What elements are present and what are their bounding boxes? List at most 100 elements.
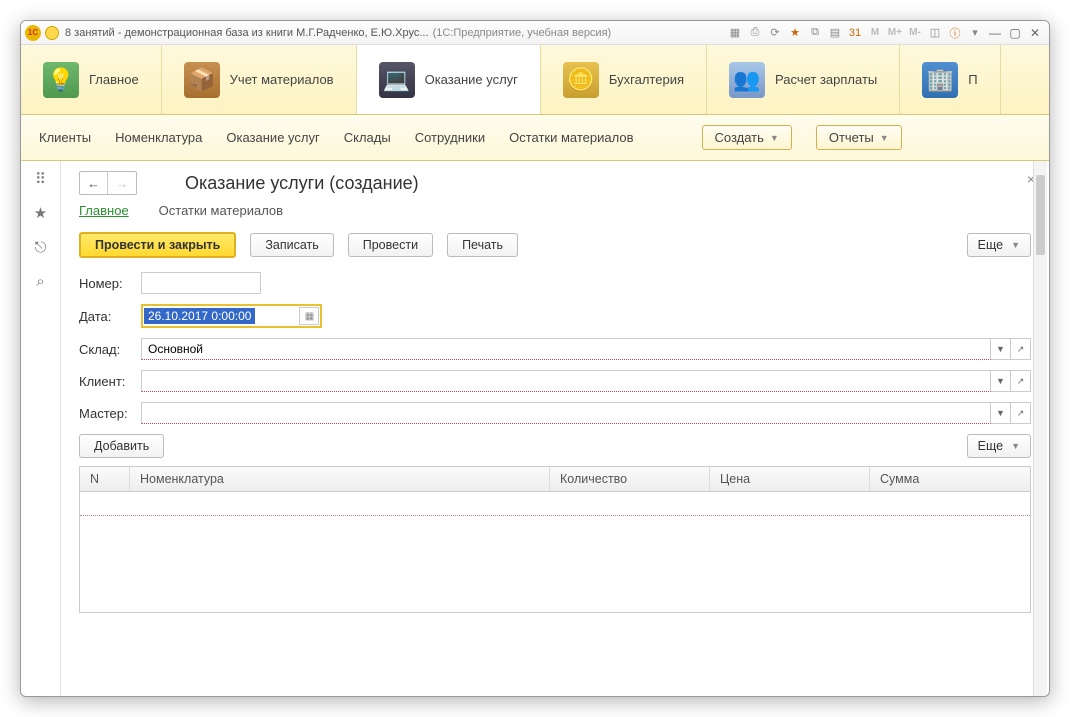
forward-button[interactable]: →: [108, 172, 136, 194]
save-button[interactable]: Записать: [250, 233, 333, 257]
star-icon[interactable]: ★: [31, 203, 51, 223]
create-label: Создать: [715, 130, 764, 145]
scrollbar[interactable]: [1033, 161, 1047, 696]
client-input[interactable]: [141, 370, 991, 392]
number-input[interactable]: [141, 272, 261, 294]
tab-stock[interactable]: Остатки материалов: [159, 203, 283, 218]
subnav-nomenclature[interactable]: Номенклатура: [115, 130, 202, 145]
calendar-icon[interactable]: 31: [847, 25, 863, 41]
chevron-down-icon: ▼: [1011, 240, 1020, 250]
section-label: Бухгалтерия: [609, 72, 684, 87]
post-and-close-button[interactable]: Провести и закрыть: [79, 232, 236, 258]
print-icon[interactable]: ⎙: [747, 25, 763, 41]
more-label: Еще: [978, 238, 1003, 252]
section-label: Оказание услуг: [425, 72, 518, 87]
table-more-button[interactable]: Еще ▼: [967, 434, 1031, 458]
section-label: Главное: [89, 72, 139, 87]
minimize-button[interactable]: —: [986, 25, 1004, 41]
subnav-services[interactable]: Оказание услуг: [226, 130, 319, 145]
refresh-icon[interactable]: ⟳: [767, 25, 783, 41]
chevron-down-icon[interactable]: ▼: [991, 338, 1011, 360]
reports-label: Отчеты: [829, 130, 874, 145]
titlebar: 1C 8 занятий - демонстрационная база из …: [21, 21, 1049, 45]
create-button[interactable]: Создать ▼: [702, 125, 792, 150]
nav-buttons: ← →: [79, 171, 137, 195]
date-input[interactable]: 26.10.2017 0:00:00: [144, 308, 255, 324]
reports-button[interactable]: Отчеты ▼: [816, 125, 902, 150]
table-body[interactable]: [80, 492, 1030, 612]
coins-icon: 🪙: [563, 62, 599, 98]
form-toolbar: Провести и закрыть Записать Провести Печ…: [79, 232, 1031, 258]
scrollbar-thumb[interactable]: [1036, 175, 1045, 255]
chevron-down-icon[interactable]: ▼: [991, 402, 1011, 424]
date-label: Дата:: [79, 309, 141, 324]
cash-register-icon: 💻: [379, 62, 415, 98]
col-sum[interactable]: Сумма: [870, 467, 1030, 491]
section-main[interactable]: 💡 Главное: [21, 45, 162, 114]
form: Номер: Дата: 26.10.2017 0:00:00 ▦ Склад:: [79, 272, 1031, 613]
calendar-picker-icon[interactable]: ▦: [299, 307, 319, 325]
col-nomenclature[interactable]: Номенклатура: [130, 467, 550, 491]
warehouse-label: Склад:: [79, 342, 141, 357]
warehouse-input[interactable]: [141, 338, 991, 360]
subnav-warehouses[interactable]: Склады: [344, 130, 391, 145]
subnav-stock[interactable]: Остатки материалов: [509, 130, 633, 145]
date-input-wrap: 26.10.2017 0:00:00 ▦: [141, 304, 322, 328]
apps-icon[interactable]: ⠿: [31, 169, 51, 189]
post-button[interactable]: Провести: [348, 233, 433, 257]
tab-main[interactable]: Главное: [79, 203, 129, 218]
items-table: N Номенклатура Количество Цена Сумма: [79, 466, 1031, 613]
boxes-icon: 📦: [184, 62, 220, 98]
dropdown-icon[interactable]: [45, 26, 59, 40]
maximize-button[interactable]: ▢: [1006, 25, 1024, 41]
search-icon[interactable]: ⌕: [31, 271, 51, 291]
master-input[interactable]: [141, 402, 991, 424]
section-accounting[interactable]: 🪙 Бухгалтерия: [541, 45, 707, 114]
add-row-button[interactable]: Добавить: [79, 434, 164, 458]
open-ref-icon[interactable]: ↗: [1011, 402, 1031, 424]
people-icon: 👥: [729, 62, 765, 98]
close-button[interactable]: ✕: [1026, 25, 1044, 41]
subnav: Клиенты Номенклатура Оказание услуг Скла…: [21, 115, 1049, 161]
section-services[interactable]: 💻 Оказание услуг: [357, 45, 541, 114]
calculator-icon[interactable]: ▤: [827, 25, 843, 41]
m-minus-icon[interactable]: M-: [907, 25, 923, 41]
m-plus-icon[interactable]: M+: [887, 25, 903, 41]
save-icon[interactable]: ▦: [727, 25, 743, 41]
dropdown-small-icon[interactable]: ▾: [967, 25, 983, 41]
open-ref-icon[interactable]: ↗: [1011, 370, 1031, 392]
building-icon: 🏢: [922, 62, 958, 98]
chevron-down-icon: ▼: [1011, 441, 1020, 451]
number-label: Номер:: [79, 276, 141, 291]
client-label: Клиент:: [79, 374, 141, 389]
favorite-icon[interactable]: ★: [787, 25, 803, 41]
window-title: 8 занятий - демонстрационная база из кни…: [65, 27, 429, 39]
section-label: Расчет зарплаты: [775, 72, 877, 87]
chevron-down-icon: ▼: [770, 133, 779, 143]
page-title: Оказание услуги (создание): [185, 173, 419, 194]
subnav-employees[interactable]: Сотрудники: [415, 130, 485, 145]
more-button[interactable]: Еще ▼: [967, 233, 1031, 257]
clipboard-icon[interactable]: ⎋: [31, 237, 51, 257]
col-n[interactable]: N: [80, 467, 130, 491]
panel-icon[interactable]: ◫: [927, 25, 943, 41]
section-materials[interactable]: 📦 Учет материалов: [162, 45, 357, 114]
info-icon[interactable]: ⓘ: [947, 25, 963, 41]
tabs: Главное Остатки материалов: [79, 203, 1031, 218]
chevron-down-icon[interactable]: ▼: [991, 370, 1011, 392]
subnav-clients[interactable]: Клиенты: [39, 130, 91, 145]
col-price[interactable]: Цена: [710, 467, 870, 491]
m-icon[interactable]: M: [867, 25, 883, 41]
col-quantity[interactable]: Количество: [550, 467, 710, 491]
print-button[interactable]: Печать: [447, 233, 518, 257]
back-button[interactable]: ←: [80, 172, 108, 194]
section-salary[interactable]: 👥 Расчет зарплаты: [707, 45, 900, 114]
section-label: Учет материалов: [230, 72, 334, 87]
sidebar: ⠿ ★ ⎋ ⌕: [21, 161, 61, 696]
open-ref-icon[interactable]: ↗: [1011, 338, 1031, 360]
section-label: П: [968, 72, 977, 87]
section-bar: 💡 Главное 📦 Учет материалов 💻 Оказание у…: [21, 45, 1049, 115]
section-enterprise[interactable]: 🏢 П: [900, 45, 1000, 114]
history-icon[interactable]: ⧉: [807, 25, 823, 41]
table-row[interactable]: [80, 492, 1030, 516]
